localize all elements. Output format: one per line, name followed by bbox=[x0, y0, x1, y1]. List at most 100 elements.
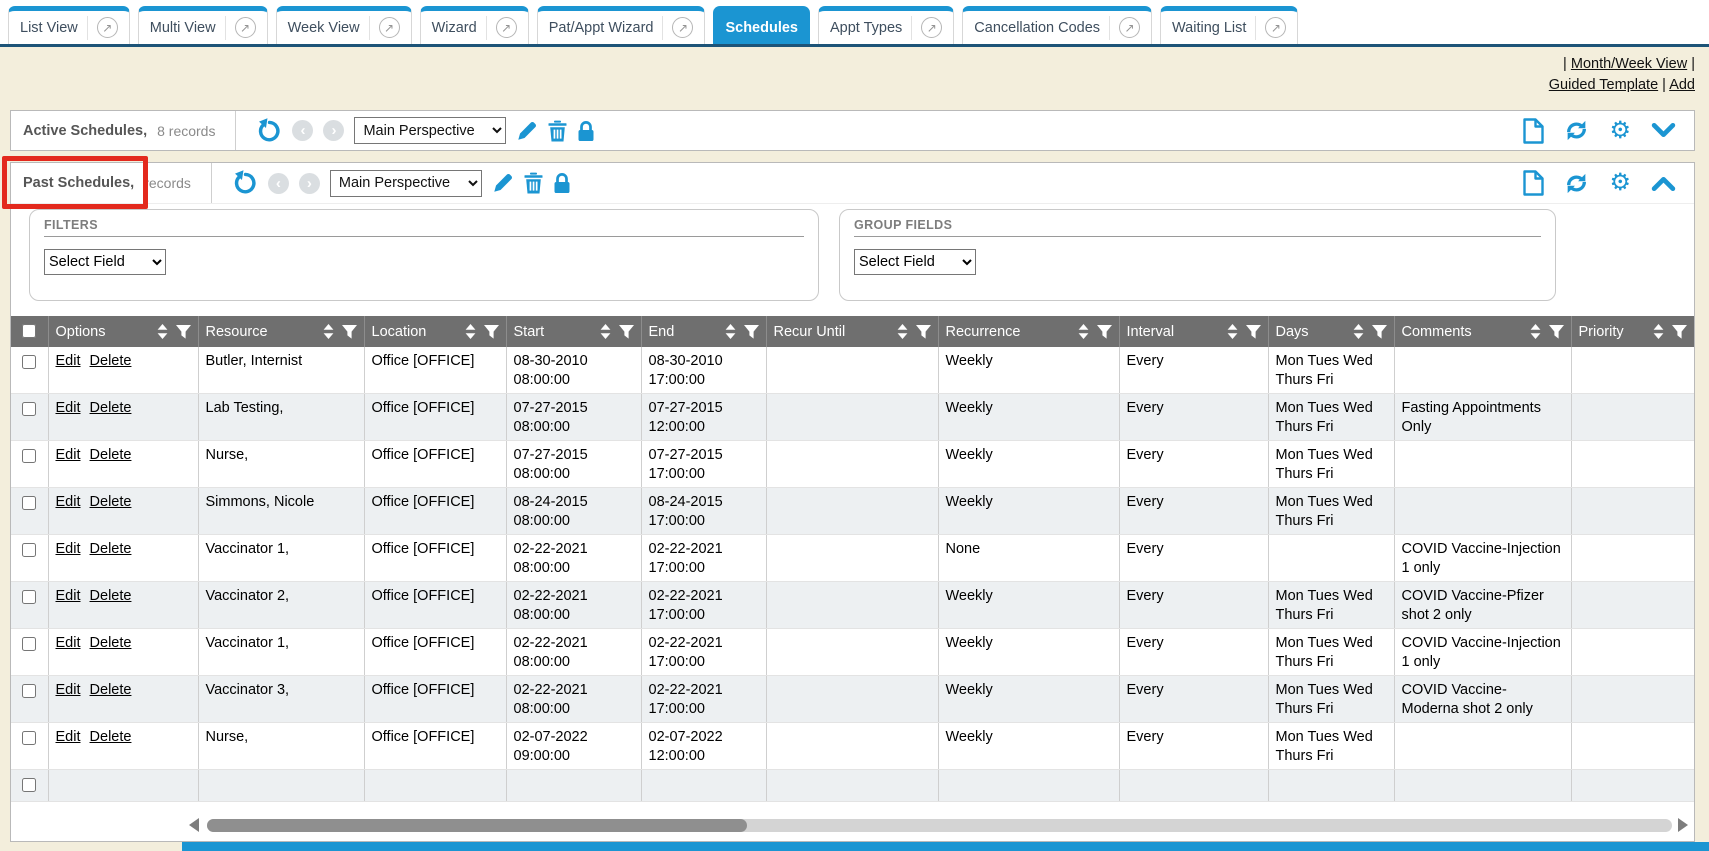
new-document-icon[interactable] bbox=[1523, 170, 1544, 196]
filter-funnel-icon[interactable] bbox=[1372, 325, 1387, 339]
sort-icon[interactable] bbox=[600, 324, 611, 339]
column-header-resource[interactable]: Resource bbox=[198, 316, 364, 347]
delete-link[interactable]: Delete bbox=[90, 588, 132, 604]
tab-multi-view[interactable]: Multi View↗ bbox=[138, 6, 268, 44]
row-checkbox[interactable] bbox=[22, 496, 36, 510]
filter-funnel-icon[interactable] bbox=[176, 325, 191, 339]
delete-perspective-icon[interactable] bbox=[524, 172, 543, 194]
perspective-select[interactable]: Main Perspective bbox=[330, 170, 482, 197]
tab-week-view[interactable]: Week View↗ bbox=[276, 6, 412, 44]
column-header-start[interactable]: Start bbox=[506, 316, 641, 347]
filter-funnel-icon[interactable] bbox=[1246, 325, 1261, 339]
edit-link[interactable]: Edit bbox=[56, 541, 81, 557]
filter-funnel-icon[interactable] bbox=[1097, 325, 1112, 339]
scrollbar-track[interactable] bbox=[207, 819, 1672, 832]
sort-icon[interactable] bbox=[1353, 324, 1364, 339]
sort-icon[interactable] bbox=[897, 324, 908, 339]
edit-link[interactable]: Edit bbox=[56, 353, 81, 369]
new-document-icon[interactable] bbox=[1523, 118, 1544, 144]
tab-cancellation-codes[interactable]: Cancellation Codes↗ bbox=[962, 6, 1152, 44]
column-header-location[interactable]: Location bbox=[364, 316, 506, 347]
external-link-icon[interactable]: ↗ bbox=[1119, 17, 1140, 38]
tab-schedules[interactable]: Schedules bbox=[713, 6, 810, 44]
external-link-icon[interactable]: ↗ bbox=[672, 17, 693, 38]
sort-icon[interactable] bbox=[1653, 324, 1664, 339]
filter-funnel-icon[interactable] bbox=[484, 325, 499, 339]
row-checkbox[interactable] bbox=[22, 449, 36, 463]
row-checkbox[interactable] bbox=[22, 402, 36, 416]
column-header-end[interactable]: End bbox=[641, 316, 766, 347]
edit-link[interactable]: Edit bbox=[56, 588, 81, 604]
collapse-chevron-up-icon[interactable] bbox=[1651, 175, 1676, 192]
external-link-icon[interactable]: ↗ bbox=[379, 17, 400, 38]
filter-funnel-icon[interactable] bbox=[1672, 325, 1687, 339]
sort-icon[interactable] bbox=[1530, 324, 1541, 339]
row-checkbox[interactable] bbox=[22, 543, 36, 557]
delete-link[interactable]: Delete bbox=[90, 494, 132, 510]
sort-icon[interactable] bbox=[157, 324, 168, 339]
filter-funnel-icon[interactable] bbox=[1549, 325, 1564, 339]
external-link-icon[interactable]: ↗ bbox=[1265, 17, 1286, 38]
select-all-checkbox[interactable] bbox=[22, 324, 36, 338]
tab-waiting-list[interactable]: Waiting List↗ bbox=[1160, 6, 1298, 44]
external-link-icon[interactable]: ↗ bbox=[97, 17, 118, 38]
settings-gear-icon[interactable]: ⚙ bbox=[1609, 119, 1631, 143]
column-header-options[interactable]: Options bbox=[48, 316, 198, 347]
edit-perspective-icon[interactable] bbox=[516, 120, 538, 142]
add-link[interactable]: Add bbox=[1669, 77, 1695, 93]
delete-link[interactable]: Delete bbox=[90, 353, 132, 369]
row-checkbox[interactable] bbox=[22, 684, 36, 698]
tab-wizard[interactable]: Wizard↗ bbox=[420, 6, 529, 44]
collapse-chevron-down-icon[interactable] bbox=[1651, 122, 1676, 139]
refresh-icon[interactable] bbox=[1564, 171, 1589, 196]
filter-funnel-icon[interactable] bbox=[342, 325, 357, 339]
sort-icon[interactable] bbox=[465, 324, 476, 339]
scroll-right-icon[interactable] bbox=[1678, 818, 1688, 832]
external-link-icon[interactable]: ↗ bbox=[235, 17, 256, 38]
filters-select-field[interactable]: Select Field bbox=[44, 249, 166, 275]
settings-gear-icon[interactable]: ⚙ bbox=[1609, 171, 1631, 195]
delete-link[interactable]: Delete bbox=[90, 447, 132, 463]
row-checkbox[interactable] bbox=[22, 355, 36, 369]
sort-icon[interactable] bbox=[323, 324, 334, 339]
edit-link[interactable]: Edit bbox=[56, 447, 81, 463]
edit-link[interactable]: Edit bbox=[56, 494, 81, 510]
tab-list-view[interactable]: List View↗ bbox=[8, 6, 130, 44]
forward-icon[interactable]: › bbox=[299, 173, 320, 194]
edit-link[interactable]: Edit bbox=[56, 400, 81, 416]
tab-pat-appt-wizard[interactable]: Pat/Appt Wizard↗ bbox=[537, 6, 706, 44]
column-header-interval[interactable]: Interval bbox=[1119, 316, 1268, 347]
external-link-icon[interactable]: ↗ bbox=[921, 17, 942, 38]
column-header-priority[interactable]: Priority bbox=[1571, 316, 1694, 347]
back-icon[interactable]: ‹ bbox=[292, 120, 313, 141]
row-checkbox[interactable] bbox=[22, 778, 36, 792]
column-header-recurrence[interactable]: Recurrence bbox=[938, 316, 1119, 347]
row-checkbox[interactable] bbox=[22, 590, 36, 604]
filter-funnel-icon[interactable] bbox=[744, 325, 759, 339]
delete-link[interactable]: Delete bbox=[90, 400, 132, 416]
sort-icon[interactable] bbox=[1078, 324, 1089, 339]
edit-link[interactable]: Edit bbox=[56, 682, 81, 698]
column-header-days[interactable]: Days bbox=[1268, 316, 1394, 347]
external-link-icon[interactable]: ↗ bbox=[496, 17, 517, 38]
tab-appt-types[interactable]: Appt Types↗ bbox=[818, 6, 954, 44]
delete-link[interactable]: Delete bbox=[90, 729, 132, 745]
column-header-recur-until[interactable]: Recur Until bbox=[766, 316, 938, 347]
delete-link[interactable]: Delete bbox=[90, 635, 132, 651]
column-header-comments[interactable]: Comments bbox=[1394, 316, 1571, 347]
edit-perspective-icon[interactable] bbox=[492, 172, 514, 194]
guided-template-link[interactable]: Guided Template bbox=[1549, 77, 1658, 93]
perspective-select[interactable]: Main Perspective bbox=[354, 117, 506, 144]
back-icon[interactable]: ‹ bbox=[268, 173, 289, 194]
edit-link[interactable]: Edit bbox=[56, 635, 81, 651]
select-all-header[interactable] bbox=[11, 316, 48, 347]
month-week-view-link[interactable]: Month/Week View bbox=[1571, 56, 1687, 72]
lock-icon[interactable] bbox=[553, 172, 571, 194]
filter-funnel-icon[interactable] bbox=[916, 325, 931, 339]
filter-funnel-icon[interactable] bbox=[619, 325, 634, 339]
scroll-left-icon[interactable] bbox=[189, 818, 199, 832]
forward-icon[interactable]: › bbox=[323, 120, 344, 141]
delete-link[interactable]: Delete bbox=[90, 541, 132, 557]
sort-icon[interactable] bbox=[1227, 324, 1238, 339]
edit-link[interactable]: Edit bbox=[56, 729, 81, 745]
